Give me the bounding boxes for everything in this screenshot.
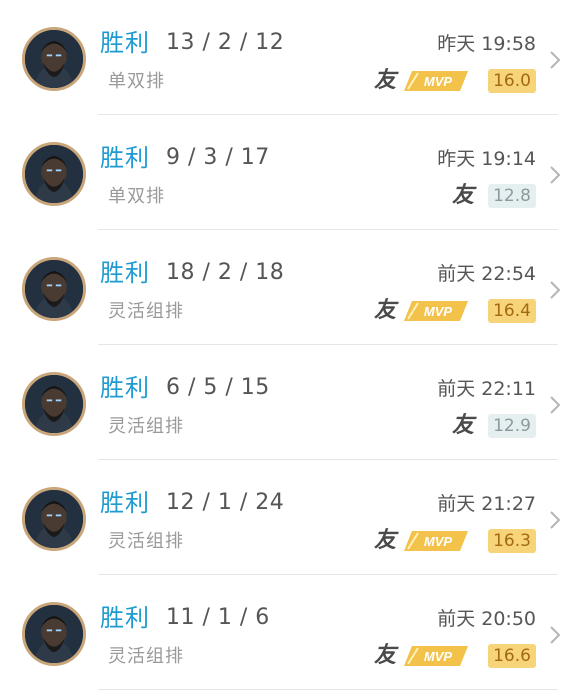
hero-portrait-icon xyxy=(22,372,86,436)
mvp-label: MVP xyxy=(424,304,453,319)
mvp-badge-icon: MVP xyxy=(404,71,468,91)
kda-value: 18 / 2 / 18 xyxy=(166,260,285,285)
chevron-right-icon xyxy=(550,626,561,644)
match-time: 昨天 19:14 xyxy=(437,148,536,170)
match-result: 胜利 xyxy=(100,144,150,172)
badge-group: 友 12.9 xyxy=(452,412,536,440)
match-row[interactable]: 胜利 12 / 1 / 24 灵活组排 前天 21:27 友 MVP 16.3 xyxy=(0,460,580,575)
score-badge: 12.9 xyxy=(488,414,536,438)
match-result: 胜利 xyxy=(100,489,150,517)
hero-portrait-icon xyxy=(22,27,86,91)
match-time: 前天 22:11 xyxy=(437,378,536,400)
match-result: 胜利 xyxy=(100,29,150,57)
mvp-label: MVP xyxy=(424,649,453,664)
score-badge: 12.8 xyxy=(488,184,536,208)
match-time: 前天 21:27 xyxy=(437,493,536,515)
chevron-right-icon xyxy=(550,51,561,69)
kda-value: 12 / 1 / 24 xyxy=(166,490,285,515)
queue-mode: 灵活组排 xyxy=(108,301,184,322)
mvp-badge-icon: MVP xyxy=(404,646,468,666)
friend-badge: 友 xyxy=(373,68,396,93)
chevron-right-icon xyxy=(550,396,561,414)
match-row[interactable]: 胜利 18 / 2 / 18 灵活组排 前天 22:54 友 MVP 16.4 xyxy=(0,230,580,345)
score-badge: 16.3 xyxy=(488,529,536,553)
badge-group: 友 12.8 xyxy=(452,182,536,210)
hero-portrait-icon xyxy=(22,257,86,321)
mvp-label: MVP xyxy=(424,534,453,549)
hero-portrait-icon xyxy=(22,487,86,551)
score-badge: 16.4 xyxy=(488,299,536,323)
mvp-badge-icon: MVP xyxy=(404,531,468,551)
queue-mode: 单双排 xyxy=(108,71,165,92)
badge-group: 友 MVP 16.4 xyxy=(374,297,536,325)
score-badge: 16.6 xyxy=(488,644,536,668)
kda-value: 6 / 5 / 15 xyxy=(166,375,270,400)
queue-mode: 灵活组排 xyxy=(108,646,184,667)
match-result: 胜利 xyxy=(100,604,150,632)
match-row[interactable]: 胜利 13 / 2 / 12 单双排 昨天 19:58 友 MVP 16.0 xyxy=(0,0,580,115)
kda-value: 9 / 3 / 17 xyxy=(166,145,270,170)
friend-badge: 友 xyxy=(451,413,474,438)
kda-value: 11 / 1 / 6 xyxy=(166,605,270,630)
chevron-right-icon xyxy=(550,511,561,529)
badge-group: 友 MVP 16.3 xyxy=(374,527,536,555)
match-time: 前天 22:54 xyxy=(437,263,536,285)
friend-badge: 友 xyxy=(373,643,396,668)
match-result: 胜利 xyxy=(100,259,150,287)
hero-portrait-icon xyxy=(22,602,86,666)
hero-portrait-icon xyxy=(22,142,86,206)
friend-badge: 友 xyxy=(373,528,396,553)
badge-group: 友 MVP 16.6 xyxy=(374,642,536,670)
match-time: 前天 20:50 xyxy=(437,608,536,630)
mvp-label: MVP xyxy=(424,74,453,89)
queue-mode: 单双排 xyxy=(108,186,165,207)
match-row[interactable]: 胜利 9 / 3 / 17 单双排 昨天 19:14 友 12.8 xyxy=(0,115,580,230)
friend-badge: 友 xyxy=(373,298,396,323)
mvp-badge-icon: MVP xyxy=(404,301,468,321)
chevron-right-icon xyxy=(550,166,561,184)
queue-mode: 灵活组排 xyxy=(108,416,184,437)
kda-value: 13 / 2 / 12 xyxy=(166,30,285,55)
match-result: 胜利 xyxy=(100,374,150,402)
match-row[interactable]: 胜利 11 / 1 / 6 灵活组排 前天 20:50 友 MVP 16.6 xyxy=(0,575,580,690)
chevron-right-icon xyxy=(550,281,561,299)
match-time: 昨天 19:58 xyxy=(437,33,536,55)
match-history-list: 胜利 13 / 2 / 12 单双排 昨天 19:58 友 MVP 16.0 胜… xyxy=(0,0,580,695)
friend-badge: 友 xyxy=(451,183,474,208)
queue-mode: 灵活组排 xyxy=(108,531,184,552)
badge-group: 友 MVP 16.0 xyxy=(374,67,536,95)
score-badge: 16.0 xyxy=(488,69,536,93)
match-row[interactable]: 胜利 6 / 5 / 15 灵活组排 前天 22:11 友 12.9 xyxy=(0,345,580,460)
